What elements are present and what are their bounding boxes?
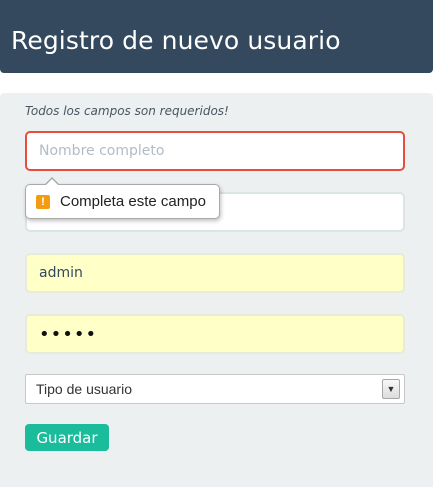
required-hint: Todos los campos son requeridos! xyxy=(25,104,229,118)
password-value: ••••• xyxy=(39,323,98,345)
fullname-placeholder: Nombre completo xyxy=(39,143,165,159)
page-header: Registro de nuevo usuario xyxy=(0,0,433,73)
page-title: Registro de nuevo usuario xyxy=(11,26,341,55)
save-button[interactable]: Guardar xyxy=(25,424,109,451)
validation-message: Completa este campo xyxy=(60,193,206,210)
password-input[interactable]: ••••• xyxy=(25,314,405,354)
user-type-selected: Tipo de usuario xyxy=(36,381,132,397)
validation-tooltip: ! Completa este campo xyxy=(25,177,220,219)
warning-icon: ! xyxy=(36,194,50,209)
fullname-input[interactable]: Nombre completo xyxy=(25,131,405,171)
chevron-down-icon[interactable]: ▼ xyxy=(382,379,400,399)
user-type-select[interactable]: Tipo de usuario ▼ xyxy=(25,374,405,404)
username-value: admin xyxy=(39,265,83,281)
username-input[interactable]: admin xyxy=(25,253,405,293)
